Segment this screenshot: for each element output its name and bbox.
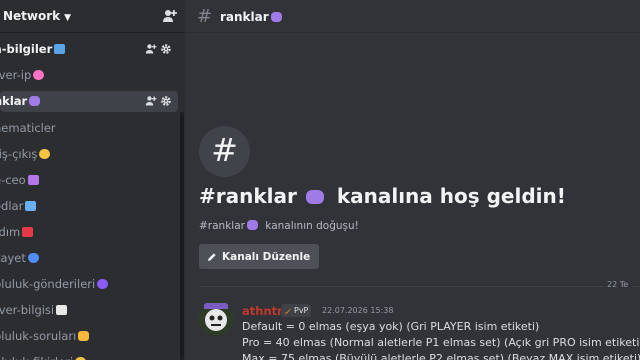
channel-name-text: pluluk-fikirleri [0, 355, 73, 360]
channel-name-text: riş-çıkış [0, 147, 38, 161]
channel-name: pluluk-fikirleri [0, 352, 87, 360]
role-badge-text: PvP [294, 306, 309, 315]
sidebar-channel-item[interactable]: pluluk-gönderileri [0, 274, 178, 295]
invite-icon[interactable] [145, 43, 157, 55]
channel-name: odlar [0, 196, 37, 217]
sidebar-channel-item[interactable]: a-bilgiler [0, 39, 178, 60]
game-icon [29, 96, 41, 106]
channel-name: pluluk-soruları [0, 326, 90, 347]
welcome-sub-text: kanalının doğuşu! [265, 220, 359, 232]
welcome-title: #ranklar kanalına hoş geldin! [199, 184, 566, 208]
message-line: Max = 75 elmas (Büyülü aletlerle P2 elma… [242, 352, 640, 360]
shield-icon [27, 253, 39, 263]
hashtag-icon: # [211, 131, 238, 169]
wave-icon [39, 149, 51, 159]
game-controller-icon [270, 12, 282, 22]
sidebar-channel-item[interactable]: hematicler [0, 118, 178, 139]
invite-icon[interactable] [145, 95, 157, 107]
alien-icon [97, 279, 109, 289]
sidebar-channel-item[interactable]: pluluk-soruları [0, 326, 178, 347]
channel-name: e-ceo [0, 170, 39, 191]
channel-name-text: rdım [0, 225, 21, 239]
sidebar-channel-item[interactable]: riş-çıkış [0, 144, 178, 165]
channel-actions [145, 95, 172, 107]
channel-name: rver-ip [0, 65, 45, 86]
channel-name: pluluk-gönderileri [0, 274, 109, 295]
date-divider-label: 22 Te [603, 280, 633, 289]
invite-people-icon[interactable] [162, 8, 178, 24]
server-name[interactable]: Network ▼ [3, 9, 71, 23]
channel-name-text: odlar [0, 199, 24, 213]
server-header[interactable]: Network ▼ [0, 0, 185, 33]
brain-icon [33, 70, 45, 80]
avatar[interactable] [198, 300, 234, 336]
sidebar-channel-item[interactable]: rdım [0, 222, 178, 243]
pencil-icon [208, 252, 216, 261]
channel-name-text: a-bilgiler [0, 42, 53, 56]
sidebar-channel-item[interactable]: nklar [0, 91, 178, 112]
channel-title-text: ranklar [220, 10, 269, 24]
channel-name-text: nklar [0, 94, 28, 108]
channel-name: nklar [0, 91, 41, 112]
channel-header: # ranklar [185, 0, 640, 33]
sword-icon [285, 307, 291, 314]
channel-name-text: e-ceo [0, 173, 26, 187]
channel-name-text: kayet [0, 251, 26, 265]
channel-name: rdım [0, 222, 34, 243]
sidebar-channel-item[interactable]: pluluk-fikirleri [0, 352, 178, 360]
sidebar-scrollbar[interactable] [180, 112, 184, 360]
book-icon [56, 305, 68, 315]
sidebar-channel-item[interactable]: odlar [0, 196, 178, 217]
channel-name: riş-çıkış [0, 144, 51, 165]
edit-channel-label: Kanalı Düzenle [222, 250, 311, 263]
channel-name: rver-bilgisi [0, 300, 68, 321]
channel-name: hematicler [0, 118, 56, 139]
message-line: Default = 0 elmas (eşya yok) (Gri PLAYER… [242, 320, 540, 333]
channel-actions [145, 43, 172, 55]
sidebar-channel-item[interactable]: e-ceo [0, 170, 178, 191]
sos-icon [22, 227, 34, 237]
laptop-icon [54, 44, 66, 54]
channel-name-text: rver-ip [0, 68, 32, 82]
welcome-sub-channel: #ranklar [199, 220, 245, 232]
chat-area: # ranklar # #ranklar kanalına hoş geldin… [185, 0, 640, 360]
welcome-title-channel: #ranklar [199, 184, 297, 208]
channel-sidebar: Network▼ a-bilgiler rver-ip nklar hematicle… [0, 0, 185, 360]
edit-channel-button[interactable]: Kanalı Düzenle [199, 244, 320, 269]
gear-icon[interactable] [160, 95, 172, 107]
sidebar-channel-item[interactable]: kayet [0, 248, 178, 269]
channel-name-text: hematicler [0, 121, 56, 135]
gear-icon[interactable] [160, 43, 172, 55]
channel-name-text: rver-bilgisi [0, 303, 55, 317]
avatar-image [198, 300, 234, 336]
game-controller-icon [305, 190, 324, 204]
channel-hash-avatar: # [199, 126, 250, 177]
write-icon [78, 331, 90, 341]
message-line: Pro = 40 elmas (Normal aletlerle P1 elma… [242, 336, 640, 349]
hashtag-icon: # [197, 6, 213, 27]
role-badge: PvP [281, 304, 312, 317]
channel-name-text: pluluk-soruları [0, 329, 77, 343]
welcome-subtitle: #ranklar kanalının doğuşu! [199, 220, 359, 232]
date-divider [199, 286, 640, 287]
message-timestamp: 22.07.2026 15:38 [322, 306, 394, 315]
welcome-title-suffix: kanalına hoş geldin! [336, 184, 566, 208]
desktop-icon [25, 201, 37, 211]
channel-title: ranklar [220, 10, 282, 24]
sidebar-channel-item[interactable]: rver-bilgisi [0, 300, 178, 321]
channel-name-text: pluluk-gönderileri [0, 277, 96, 291]
channel-name: kayet [0, 248, 39, 269]
chevron-down-icon: ▼ [64, 13, 72, 23]
trans-icon [27, 175, 39, 185]
sidebar-channel-item[interactable]: rver-ip [0, 65, 178, 86]
server-name-text: Network [3, 9, 61, 23]
game-controller-icon [246, 220, 258, 230]
channel-name: a-bilgiler [0, 39, 66, 60]
